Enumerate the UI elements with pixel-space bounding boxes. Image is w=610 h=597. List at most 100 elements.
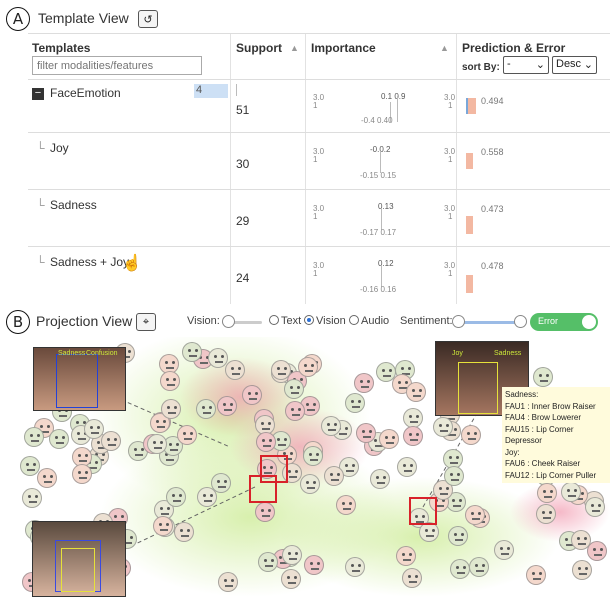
projection-scatter[interactable]: Sadness Confusion Joy Sadness Sadness: F…: [0, 337, 610, 597]
header-templates[interactable]: Templates: [32, 41, 90, 55]
importance-range: -0.16 0.16: [360, 285, 397, 294]
face-glyph[interactable]: [241, 385, 262, 406]
face-glyph[interactable]: [152, 515, 173, 536]
face-glyph[interactable]: [181, 342, 202, 362]
error-bar: [466, 275, 473, 293]
tooltip-line: FAU1 : Inner Brow Raiser: [505, 401, 596, 411]
face-glyph[interactable]: [533, 366, 554, 387]
face-glyph[interactable]: [159, 370, 180, 391]
sort-asc-icon[interactable]: ▲: [290, 43, 299, 53]
sort-field-select[interactable]: - ⌄: [503, 56, 549, 74]
face-glyph[interactable]: [402, 407, 423, 428]
face-glyph[interactable]: [196, 399, 217, 420]
face-glyph[interactable]: [270, 359, 291, 380]
face-glyph[interactable]: [216, 396, 237, 417]
axis-tick: 1: [448, 269, 453, 278]
radio-vision[interactable]: [304, 315, 314, 325]
face-box: [56, 354, 98, 408]
error-bar: [466, 153, 473, 169]
filter-input[interactable]: [32, 56, 202, 75]
radio-text[interactable]: [269, 315, 279, 325]
face-glyph[interactable]: [196, 486, 217, 507]
axis-tick: 1: [313, 212, 318, 221]
error-bar: [466, 98, 476, 114]
face-glyph[interactable]: [375, 362, 396, 383]
face-thumbnail[interactable]: [32, 521, 126, 597]
sentiment-slider-max-knob[interactable]: [514, 315, 527, 328]
face-glyph[interactable]: [571, 559, 592, 580]
face-glyph[interactable]: [402, 567, 423, 588]
face-glyph[interactable]: [525, 564, 546, 585]
sentiment-slider-min-knob[interactable]: [452, 315, 465, 328]
sentiment-slider[interactable]: [458, 321, 520, 324]
chevron-down-icon: ⌄: [535, 59, 545, 71]
face-glyph[interactable]: [254, 502, 275, 523]
face-thumbnail[interactable]: Sadness Confusion: [33, 347, 126, 411]
face-glyph[interactable]: [447, 525, 468, 546]
toggle-knob: [582, 315, 596, 329]
sort-order-select[interactable]: Desc ⌄: [552, 56, 597, 74]
face-glyph[interactable]: [493, 540, 514, 561]
importance-line: [380, 151, 381, 173]
face-glyph[interactable]: [100, 430, 121, 451]
face-glyph[interactable]: [36, 468, 57, 489]
chevron-down-icon: ⌄: [583, 59, 593, 71]
template-row[interactable]: − FaceEmotion 4 51 3.0 1 3.0 1 0.1 0.9 -…: [28, 79, 610, 132]
face-glyph[interactable]: [284, 401, 305, 422]
face-glyph[interactable]: [320, 415, 341, 436]
undo-button[interactable]: ↺: [138, 10, 158, 28]
sort-asc-icon[interactable]: ▲: [440, 43, 449, 53]
panel-label-b: B: [6, 310, 30, 334]
header-importance[interactable]: Importance: [311, 41, 376, 55]
importance-line: [381, 208, 382, 230]
support-bar: [236, 84, 237, 96]
face-glyph[interactable]: [147, 433, 168, 454]
face-glyph[interactable]: [403, 425, 424, 446]
vision-slider-knob[interactable]: [222, 315, 235, 328]
face-glyph[interactable]: [570, 529, 591, 550]
face-glyph[interactable]: [344, 392, 365, 413]
tooltip-line: Joy:: [505, 447, 520, 457]
face-glyph[interactable]: [443, 465, 464, 486]
radio-audio[interactable]: [349, 315, 359, 325]
template-name: Sadness: [50, 198, 97, 212]
child-indent: └: [36, 198, 45, 212]
face-glyph[interactable]: [464, 504, 485, 525]
face-glyph[interactable]: [560, 481, 581, 502]
face-glyph[interactable]: [344, 556, 365, 577]
face-glyph[interactable]: [460, 424, 481, 445]
face-glyph[interactable]: [283, 378, 304, 399]
face-glyph[interactable]: [161, 398, 182, 419]
error-toggle-label: Error: [538, 316, 558, 326]
face-glyph[interactable]: [22, 487, 43, 508]
face-glyph[interactable]: [353, 372, 374, 393]
face-glyph[interactable]: [23, 426, 44, 447]
lasso-select-button[interactable]: ⌖: [136, 313, 156, 331]
template-view-title: Template View: [38, 10, 129, 26]
highlight-box: [409, 497, 437, 525]
face-glyph[interactable]: [370, 468, 391, 489]
error-toggle[interactable]: Error: [530, 313, 598, 331]
face-glyph[interactable]: [468, 556, 489, 577]
face-glyph[interactable]: [584, 496, 605, 517]
face-glyph[interactable]: [165, 486, 186, 507]
emotion-tag: Confusion: [86, 350, 118, 357]
template-row[interactable]: └ Sadness 29 3.0 1 3.0 1 0.13 -0.17 0.17…: [28, 189, 610, 246]
child-indent: └: [36, 141, 45, 155]
face-glyph[interactable]: [257, 552, 278, 573]
face-glyph[interactable]: [449, 559, 470, 580]
face-glyph[interactable]: [217, 571, 238, 592]
face-glyph[interactable]: [299, 473, 320, 494]
feature-tooltip: Sadness: FAU1 : Inner Brow Raiser FAU4 :…: [502, 387, 610, 483]
axis-tick: 1: [448, 101, 453, 110]
face-glyph[interactable]: [323, 466, 344, 487]
template-row[interactable]: └ Sadness + Joy ☝ 24 3.0 1 3.0 1 0.12 -0…: [28, 246, 610, 304]
face-glyph[interactable]: [224, 360, 245, 381]
template-row[interactable]: └ Joy 30 3.0 1 3.0 1 -0.0.2 -0.15 0.15 0…: [28, 132, 610, 189]
prediction-value: 0.473: [481, 204, 504, 214]
face-glyph[interactable]: [405, 381, 426, 402]
face-glyph[interactable]: [71, 464, 92, 485]
sort-by-label: sort By:: [462, 62, 500, 73]
header-support[interactable]: Support: [236, 41, 282, 55]
collapse-icon[interactable]: −: [32, 88, 44, 100]
